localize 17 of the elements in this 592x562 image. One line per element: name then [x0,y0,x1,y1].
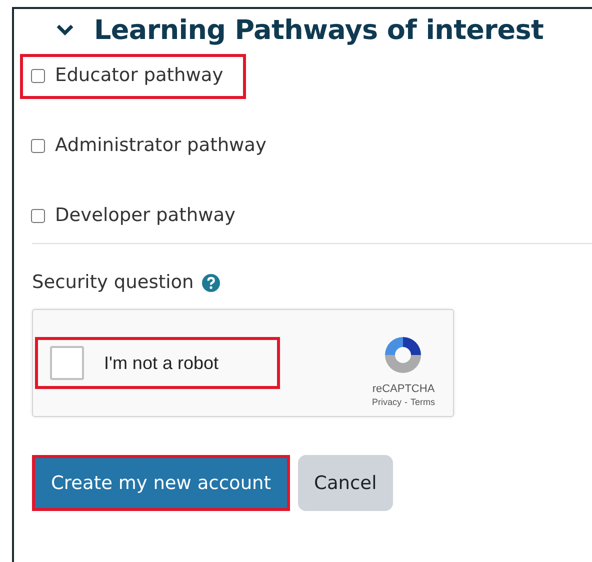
captcha-brand: reCAPTCHA [372,383,435,395]
help-icon[interactable] [202,274,220,292]
field-label: Security question [32,272,194,293]
privacy-link[interactable]: Privacy [372,397,402,407]
checkbox-label[interactable]: Administrator pathway [55,135,266,156]
cancel-button[interactable]: Cancel [298,455,393,511]
checkbox[interactable] [31,138,45,152]
terms-link[interactable]: Terms [410,397,435,407]
link-separator: - [404,397,408,407]
checkbox-label[interactable]: Educator pathway [55,65,224,86]
checkbox[interactable] [31,68,45,82]
captcha-checkbox[interactable]: I'm not a robot [35,337,280,389]
create-account-button[interactable]: Create my new account [32,455,290,511]
checkbox[interactable] [31,208,45,222]
chevron-icon[interactable] [56,24,74,36]
checkbox-label[interactable]: Developer pathway [55,205,236,226]
section-title: Learning Pathways of interest [94,14,544,46]
